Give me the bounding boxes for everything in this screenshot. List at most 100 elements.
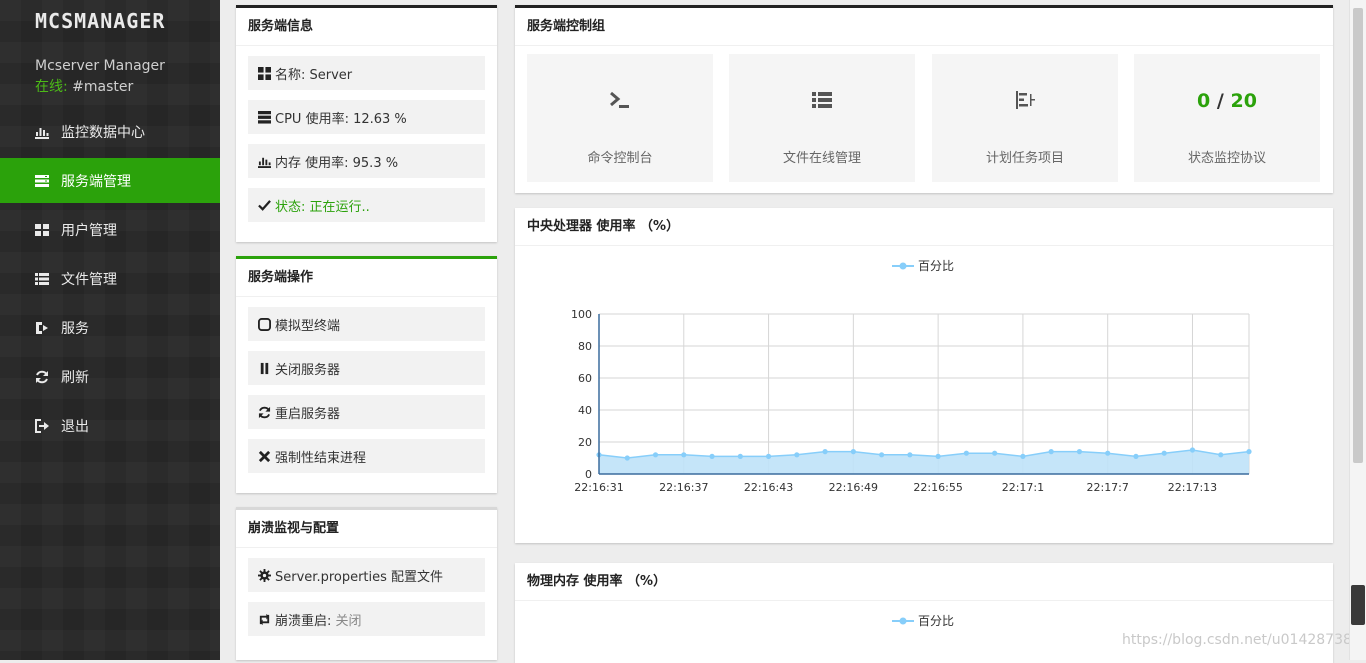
list-icon (812, 92, 832, 108)
y-tick-label: 20 (578, 436, 592, 449)
restart-server-button[interactable]: 重启服务器 (248, 395, 485, 429)
data-point (879, 452, 885, 458)
file-manager-tile[interactable]: 文件在线管理 (729, 54, 915, 182)
data-point (822, 449, 828, 455)
schedule-icon (1016, 91, 1035, 109)
sidebar-item-files[interactable]: 文件管理 (0, 256, 220, 301)
crash-restart-toggle[interactable]: 崩溃重启: 关闭 (248, 602, 485, 636)
kill-process-button[interactable]: 强制性结束进程 (248, 439, 485, 473)
cpu-usage-row: CPU 使用率: 12.63 % (248, 100, 485, 134)
terminal-icon (610, 91, 629, 108)
crash-restart-label: 崩溃重启: (275, 613, 332, 629)
stop-server-button[interactable]: 关闭服务器 (248, 351, 485, 385)
legend-label: 百分比 (918, 614, 955, 628)
online-label: 在线: (35, 79, 68, 95)
side-grip[interactable] (1351, 585, 1365, 625)
logout-icon (35, 418, 49, 433)
server-status: 状态: 正在运行.. (275, 199, 370, 215)
server-info-panel: 服务端信息 名称: Server CPU 使用率: 12.63 % 内存 使用率… (236, 5, 497, 242)
config-file-button[interactable]: Server.properties 配置文件 (248, 558, 485, 592)
data-point (1105, 450, 1111, 456)
status-monitor-ratio: 0 / 20 (1197, 90, 1257, 112)
server-icon (258, 110, 271, 124)
x-tick-label: 22:16:55 (913, 481, 962, 494)
y-tick-label: 60 (578, 372, 592, 385)
command-console-tile[interactable]: 命令控制台 (527, 54, 713, 182)
sidebar-item-label: 服务 (61, 320, 89, 337)
x-tick-label: 22:16:31 (574, 481, 623, 494)
terminal-label: 模拟型终端 (275, 318, 341, 334)
square-icon (258, 317, 271, 331)
data-point (935, 453, 941, 459)
memory-usage: 内存 使用率: 95.3 % (275, 155, 399, 171)
scrollbar-thumb[interactable] (1353, 8, 1363, 463)
status-monitor-tile[interactable]: 0 / 20 状态监控协议 (1134, 54, 1320, 182)
sidebar-item-logout[interactable]: 退出 (0, 403, 220, 448)
check-icon (258, 199, 271, 211)
schedule-tile[interactable]: 计划任务项目 (932, 54, 1118, 182)
sidebar-item-label: 服务端管理 (61, 173, 131, 190)
data-point (1189, 447, 1196, 453)
x-tick-label: 22:17:7 (1086, 481, 1128, 494)
bar-chart-icon (258, 157, 271, 168)
sidebar-item-server-manage[interactable]: 服务端管理 (0, 158, 220, 203)
app-name: Mcserver Manager (35, 58, 165, 74)
ratio-total: 20 (1230, 90, 1257, 112)
restart-server-label: 重启服务器 (275, 406, 341, 422)
cpu-chart: 0 20 40 60 80 100 22:16:31 22:16:37 22:16:43 22:1… (571, 308, 1252, 494)
sidebar-item-service[interactable]: 服务 (0, 305, 220, 350)
memory-usage-row: 内存 使用率: 95.3 % (248, 144, 485, 178)
sidebar-item-label: 刷新 (61, 369, 89, 386)
online-status: 在线: #master (35, 76, 133, 96)
data-point (850, 449, 856, 455)
watermark: https://blog.csdn.net/u014287382 (1122, 632, 1361, 648)
y-tick-label: 80 (578, 340, 592, 353)
y-tick-label: 40 (578, 404, 592, 417)
panel-title: 服务端信息 (236, 8, 497, 46)
ratio-current: 0 (1197, 90, 1211, 112)
legend-line-icon (892, 617, 914, 624)
refresh-icon (36, 370, 48, 383)
tile-label: 命令控制台 (587, 151, 653, 166)
tile-label: 状态监控协议 (1187, 151, 1266, 166)
sidebar-item-monitor[interactable]: 监控数据中心 (0, 109, 220, 154)
grid-icon (258, 66, 271, 80)
sidebar-item-users[interactable]: 用户管理 (0, 207, 220, 252)
x-tick-label: 22:16:37 (659, 481, 708, 494)
page-scrollbar[interactable] (1349, 0, 1366, 660)
data-point (992, 450, 998, 456)
data-point (624, 455, 630, 461)
list-icon (35, 272, 49, 285)
data-point (765, 453, 772, 459)
data-point (963, 450, 969, 456)
data-point (907, 452, 913, 458)
panel-title: 崩溃监视与配置 (236, 510, 497, 548)
data-point (1218, 452, 1224, 458)
tile-label: 计划任务项目 (985, 151, 1064, 166)
control-group-panel: 服务端控制组 命令控制台 文件在线管理 计划任务项目 0 / 20 状态监控协议 (515, 5, 1333, 193)
grid-icon (35, 223, 49, 236)
data-point (681, 452, 687, 458)
kill-process-label: 强制性结束进程 (275, 450, 367, 466)
ratio-separator: / (1216, 90, 1224, 112)
stop-server-label: 关闭服务器 (275, 362, 341, 378)
close-icon (258, 450, 271, 462)
server-icon (35, 174, 49, 187)
terminal-button[interactable]: 模拟型终端 (248, 307, 485, 341)
data-point (1246, 449, 1252, 455)
data-point (1020, 453, 1026, 459)
sidebar: MCSMANAGER Mcserver Manager 在线: #master … (0, 0, 220, 660)
data-point (1133, 453, 1139, 459)
tile-label: 文件在线管理 (782, 151, 861, 166)
series-area (599, 450, 1249, 474)
sidebar-item-label: 文件管理 (61, 271, 117, 288)
server-name: 名称: Server (275, 67, 353, 83)
sidebar-item-label: 退出 (61, 418, 89, 435)
server-name-row: 名称: Server (248, 56, 485, 90)
data-point (1048, 449, 1054, 455)
crash-restart-value: 关闭 (335, 613, 362, 629)
sidebar-item-label: 监控数据中心 (61, 124, 145, 141)
chart-legend[interactable]: 百分比 (892, 612, 954, 629)
sidebar-item-refresh[interactable]: 刷新 (0, 354, 220, 399)
x-tick-label: 22:16:49 (829, 481, 878, 494)
